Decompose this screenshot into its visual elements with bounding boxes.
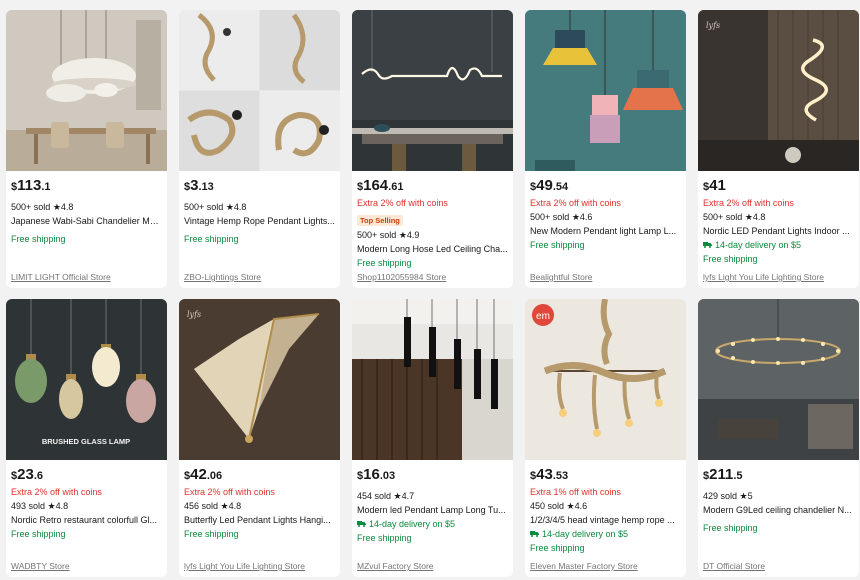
product-title[interactable]: Modern Long Hose Led Ceiling Cha... <box>357 242 508 256</box>
product-title[interactable]: Butterfly Led Pendant Lights Hangi... <box>184 513 335 527</box>
product-price: $164.61 <box>357 177 404 194</box>
free-shipping: Free shipping <box>11 529 66 539</box>
svg-text:lyfs: lyfs <box>706 21 720 30</box>
product-price: $3.13 <box>184 177 214 194</box>
coin-discount: Extra 2% off with coins <box>530 198 621 208</box>
coin-discount: Extra 2% off with coins <box>703 198 794 208</box>
coin-discount: Extra 2% off with coins <box>184 487 275 497</box>
product-title[interactable]: Japanese Wabi-Sabi Chandelier Mo... <box>11 214 162 228</box>
store-link[interactable]: WADBTY Store <box>11 561 162 571</box>
star-icon: ★ <box>398 230 407 240</box>
sold-rating: 454 sold ★4.7 <box>357 491 415 501</box>
star-icon: ★ <box>52 202 61 212</box>
store-link[interactable]: LIMIT LIGHT Official Store <box>11 272 162 282</box>
product-image[interactable] <box>698 299 859 460</box>
product-image[interactable] <box>352 299 513 460</box>
product-price: $41 <box>703 177 726 194</box>
delivery-info: 14-day delivery on $5 <box>357 517 508 531</box>
store-link[interactable]: DT Official Store <box>703 561 854 571</box>
star-icon: ★ <box>566 501 575 511</box>
product-card[interactable]: $164.61 Extra 2% off with coins Top Sell… <box>352 10 513 288</box>
product-card[interactable]: BRUSHED GLASS LAMP $23.6 Extra 2% off wi… <box>6 299 167 577</box>
sold-rating: 500+ sold ★4.8 <box>11 202 74 212</box>
product-price: $113.1 <box>11 177 51 194</box>
sold-rating: 493 sold ★4.8 <box>11 501 69 511</box>
product-title[interactable]: Modern G9Led ceiling chandelier N... <box>703 503 854 517</box>
sold-rating: 450 sold ★4.6 <box>530 501 588 511</box>
free-shipping: Free shipping <box>703 523 758 533</box>
star-icon: ★ <box>393 491 402 501</box>
product-price: $23.6 <box>11 466 43 483</box>
product-card[interactable]: $113.1 500+ sold ★4.8 Japanese Wabi-Sabi… <box>6 10 167 288</box>
store-link[interactable]: lyfs Light You Life Lighting Store <box>703 272 854 282</box>
product-title[interactable]: Vintage Hemp Rope Pendant Lights... <box>184 214 335 228</box>
product-image[interactable] <box>525 10 686 171</box>
product-title[interactable]: Nordic LED Pendant Lights Indoor ... <box>703 224 854 238</box>
truck-icon <box>530 527 539 541</box>
free-shipping: Free shipping <box>357 533 412 543</box>
sold-rating: 500+ sold ★4.6 <box>530 212 593 222</box>
product-image[interactable]: lyfs <box>698 10 859 171</box>
store-link[interactable]: lyfs Light You Life Lighting Store <box>184 561 335 571</box>
free-shipping: Free shipping <box>357 258 412 268</box>
product-image[interactable]: BRUSHED GLASS LAMP <box>6 299 167 460</box>
product-price: $42.06 <box>184 466 223 483</box>
truck-icon <box>357 517 366 531</box>
product-card[interactable]: em $43.53 Extra 1% off with coins 450 so… <box>525 299 686 577</box>
sold-rating: 500+ sold ★4.8 <box>184 202 247 212</box>
delivery-info: 14-day delivery on $5 <box>530 527 681 541</box>
product-price: $211.5 <box>703 466 743 483</box>
product-image[interactable] <box>6 10 167 171</box>
star-icon: ★ <box>571 212 580 222</box>
free-shipping: Free shipping <box>530 543 585 553</box>
star-icon: ★ <box>225 202 234 212</box>
product-title[interactable]: 1/2/3/4/5 head vintage hemp rope ... <box>530 513 681 527</box>
free-shipping: Free shipping <box>703 254 758 264</box>
product-title[interactable]: Nordic Retro restaurant colorfull Gl... <box>11 513 162 527</box>
star-icon: ★ <box>744 212 753 222</box>
store-link[interactable]: Eleven Master Factory Store <box>530 561 681 571</box>
sold-rating: 500+ sold ★4.9 <box>357 230 420 240</box>
store-link[interactable]: Bealightful Store <box>530 272 681 282</box>
product-title[interactable]: New Modern Pendant light Lamp L... <box>530 224 681 238</box>
coin-discount: Extra 1% off with coins <box>530 487 621 497</box>
sold-rating: 500+ sold ★4.8 <box>703 212 766 222</box>
product-price: $43.53 <box>530 466 569 483</box>
product-image[interactable] <box>352 10 513 171</box>
free-shipping: Free shipping <box>184 529 239 539</box>
coin-discount: Extra 2% off with coins <box>357 198 448 208</box>
top-selling-badge: Top Selling <box>357 215 403 226</box>
sold-rating: 429 sold ★5 <box>703 491 753 501</box>
product-card[interactable]: $16.03 454 sold ★4.7 Modern led Pendant … <box>352 299 513 577</box>
store-link[interactable]: MZvul Factory Store <box>357 561 508 571</box>
star-icon: ★ <box>739 491 748 501</box>
product-price: $16.03 <box>357 466 396 483</box>
truck-icon <box>703 238 712 252</box>
star-icon: ★ <box>220 501 229 511</box>
free-shipping: Free shipping <box>530 240 585 250</box>
free-shipping: Free shipping <box>184 234 239 244</box>
product-grid: $113.1 500+ sold ★4.8 Japanese Wabi-Sabi… <box>6 10 859 577</box>
store-link[interactable]: ZBO-Lightings Store <box>184 272 335 282</box>
star-icon: ★ <box>47 501 56 511</box>
product-card[interactable]: lyfs $42.06 Extra 2% off with coins 456 … <box>179 299 340 577</box>
product-card[interactable]: $3.13 500+ sold ★4.8 Vintage Hemp Rope P… <box>179 10 340 288</box>
product-card[interactable]: $49.54 Extra 2% off with coins 500+ sold… <box>525 10 686 288</box>
svg-text:em: em <box>536 311 550 322</box>
product-card[interactable]: $211.5 429 sold ★5 Modern G9Led ceiling … <box>698 299 859 577</box>
product-image[interactable]: lyfs <box>179 299 340 460</box>
store-link[interactable]: Shop1102055984 Store <box>357 272 508 282</box>
product-price: $49.54 <box>530 177 569 194</box>
free-shipping: Free shipping <box>11 234 66 244</box>
product-image[interactable]: em <box>525 299 686 460</box>
svg-text:lyfs: lyfs <box>187 310 201 319</box>
product-image[interactable] <box>179 10 340 171</box>
sold-rating: 456 sold ★4.8 <box>184 501 242 511</box>
image-overlay-text: BRUSHED GLASS LAMP <box>42 437 130 446</box>
product-title[interactable]: Modern led Pendant Lamp Long Tu... <box>357 503 508 517</box>
coin-discount: Extra 2% off with coins <box>11 487 102 497</box>
delivery-info: 14-day delivery on $5 <box>703 238 854 252</box>
product-card[interactable]: lyfs $41 Extra 2% off with coins 500+ so… <box>698 10 859 288</box>
